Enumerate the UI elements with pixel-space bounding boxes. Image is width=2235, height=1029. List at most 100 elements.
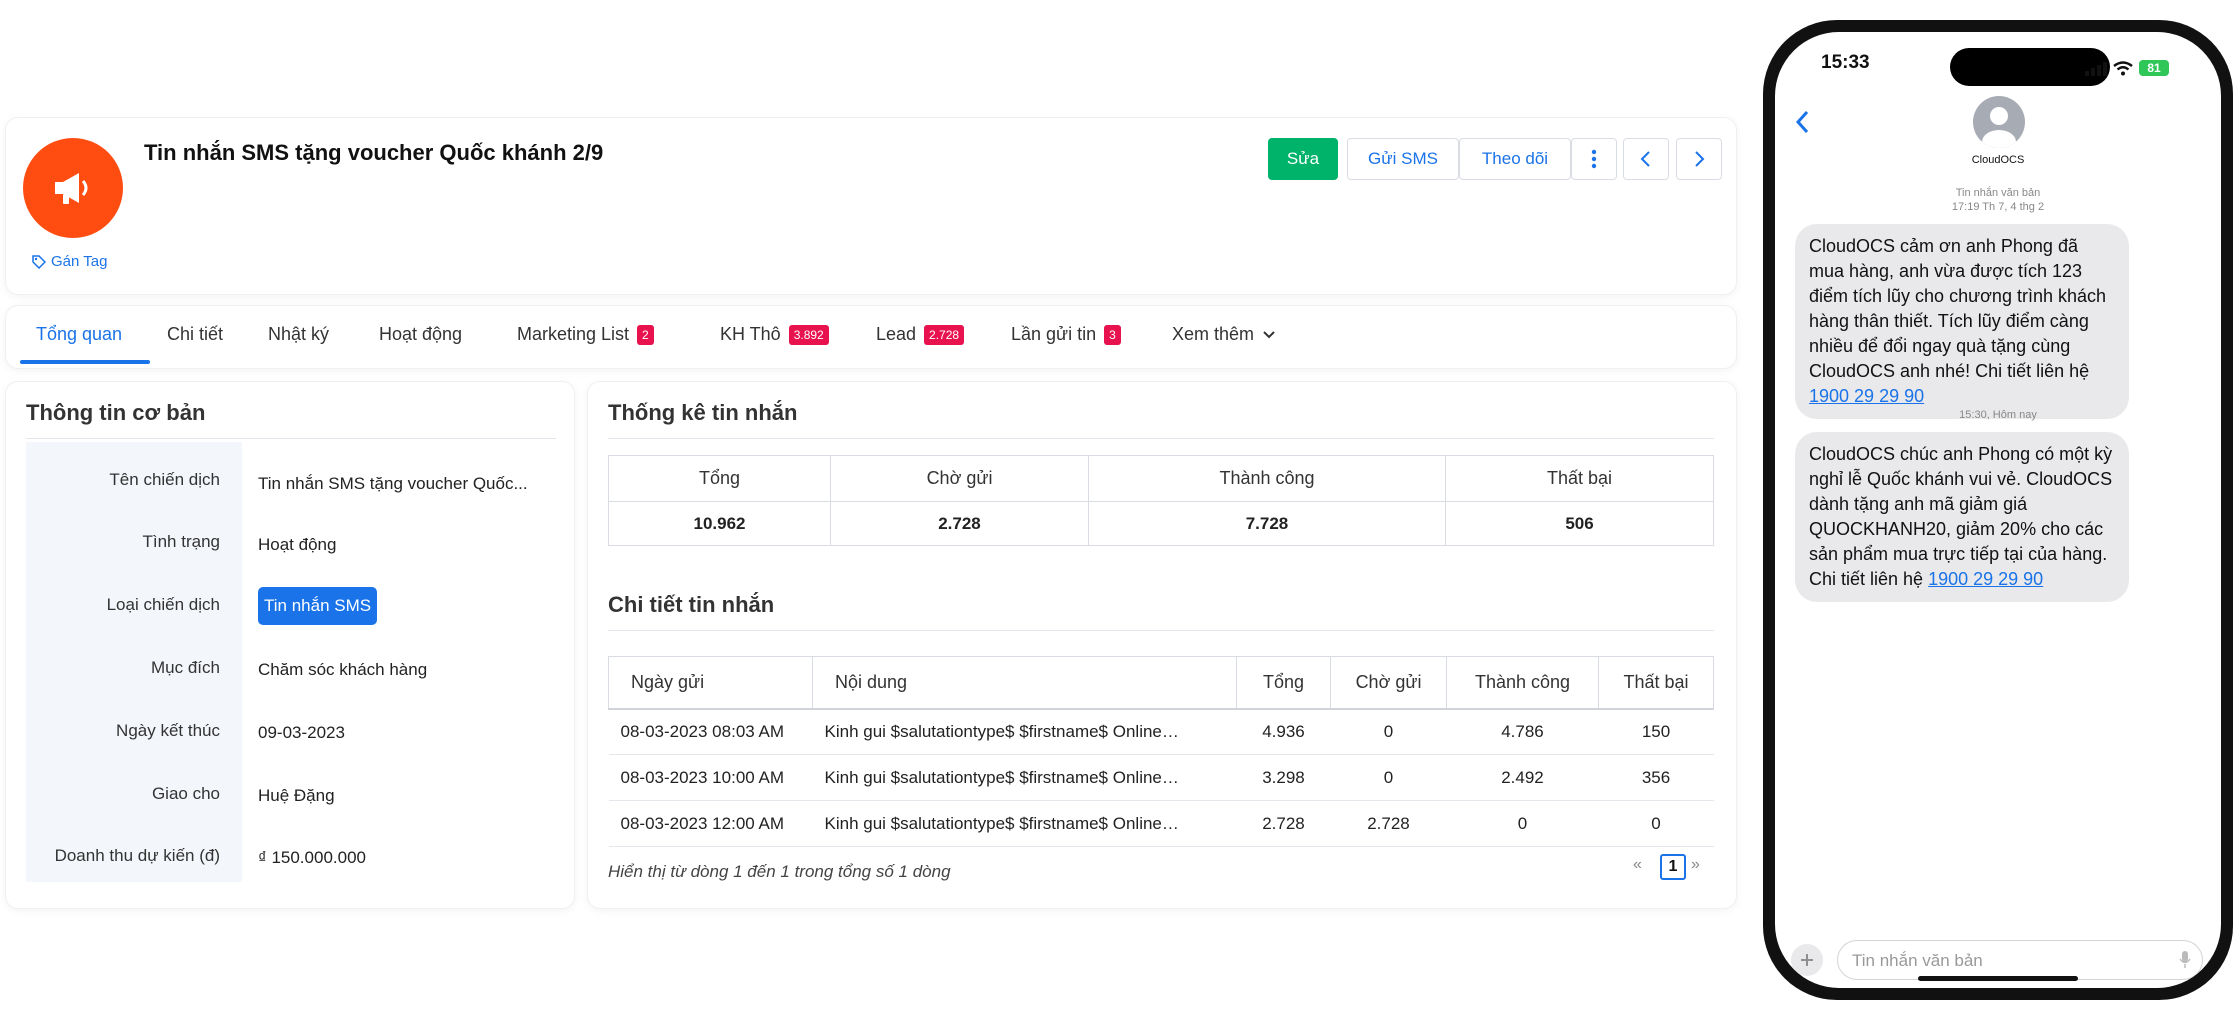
purpose-label: Mục đích <box>151 658 220 677</box>
wifi-icon <box>2113 61 2133 76</box>
back-chevron-icon[interactable] <box>1795 110 1809 134</box>
total-cell: 4.936 <box>1236 708 1331 755</box>
megaphone-icon <box>55 173 88 204</box>
sent-date-cell: 08-03-2023 12:00 AM <box>608 800 813 847</box>
end-date-value: 09-03-2023 <box>258 723 345 742</box>
follow-button[interactable]: Theo dõi <box>1459 138 1571 180</box>
failed-cell: 0 <box>1598 800 1714 847</box>
pager-next[interactable]: » <box>1691 856 1700 874</box>
tab-label: Marketing List <box>517 324 630 344</box>
table-row[interactable]: 08-03-2023 12:00 AM Kinh gui $salutation… <box>608 800 1714 847</box>
success-cell: 4.786 <box>1446 708 1599 755</box>
phone-number-link[interactable]: 1900 29 29 90 <box>1928 569 2043 589</box>
column-header: Tổng <box>608 455 831 502</box>
column-header[interactable]: Thất bại <box>1598 656 1714 710</box>
tab-log[interactable]: Nhật ký <box>268 324 329 345</box>
info-label-column: Tên chiến dịch Tình trạng Loại chiến dịc… <box>26 442 242 882</box>
next-record-button[interactable] <box>1676 138 1722 180</box>
tab-see-more[interactable]: Xem thêm <box>1172 324 1276 345</box>
column-header[interactable]: Chờ gửi <box>1330 656 1447 710</box>
message-bubble: CloudOCS cảm ơn anh Phong đã mua hàng, a… <box>1795 224 2129 419</box>
message-meta: Tin nhắn văn bản 17:19 Th 7, 4 thg 2 <box>1775 186 2221 214</box>
vertical-dots-icon <box>1591 149 1597 169</box>
table-header-row: Ngày gửi Nội dung Tổng Chờ gửi Thành côn… <box>608 656 1714 710</box>
column-header: Chờ gửi <box>830 455 1089 502</box>
count-badge: 3.892 <box>788 324 829 345</box>
page-title: Tin nhắn SMS tặng voucher Quốc khánh 2/9 <box>144 140 604 165</box>
campaign-type-badge: Tin nhắn SMS <box>258 587 378 625</box>
status-bar-time: 15:33 <box>1821 52 1870 73</box>
tab-details[interactable]: Chi tiết <box>167 324 223 345</box>
tab-send-times[interactable]: Lần gửi tin 3 <box>1011 324 1121 345</box>
total-count: 10.962 <box>608 501 831 546</box>
phone-mockup: 15:33 81 CloudOCS Tin nhắn văn bản 17:19… <box>1763 20 2233 1000</box>
column-header[interactable]: Nội dung <box>812 656 1237 710</box>
section-title: Thống kê tin nhắn <box>608 400 798 425</box>
microphone-icon[interactable] <box>2179 950 2191 970</box>
count-badge: 3 <box>1104 324 1121 345</box>
assigned-to-label: Giao cho <box>151 784 220 803</box>
add-tag-link[interactable]: Gán Tag <box>32 253 107 270</box>
column-header: Thất bại <box>1445 455 1714 502</box>
message-input[interactable]: Tin nhắn văn bản <box>1837 940 2203 980</box>
home-indicator <box>1918 976 2078 981</box>
tab-overview[interactable]: Tổng quan <box>36 324 122 345</box>
table-row[interactable]: 08-03-2023 08:03 AM Kinh gui $salutation… <box>608 708 1714 755</box>
more-actions-button[interactable] <box>1571 138 1617 180</box>
contact-name: CloudOCS <box>1971 154 2025 166</box>
phone-number-link[interactable]: 1900 29 29 90 <box>1809 386 1924 406</box>
end-date-label: Ngày kết thúc <box>116 721 220 740</box>
pending-cell: 0 <box>1330 754 1447 801</box>
tab-label: Lần gửi tin <box>1011 324 1097 344</box>
column-header[interactable]: Thành công <box>1446 656 1599 710</box>
column-header: Thành công <box>1088 455 1446 502</box>
message-detail-table: Ngày gửi Nội dung Tổng Chờ gửi Thành côn… <box>608 656 1714 847</box>
divider <box>26 438 556 439</box>
edit-button[interactable]: Sửa <box>1268 138 1338 180</box>
chevron-left-icon <box>1640 151 1650 167</box>
pager-previous[interactable]: « <box>1633 856 1642 874</box>
battery-indicator: 81 <box>2139 60 2169 76</box>
chevron-down-icon <box>1263 330 1275 338</box>
tab-label: Nhật ký <box>268 324 330 344</box>
content-cell[interactable]: Kinh gui $salutationtype$ $firstname$ On… <box>812 754 1237 801</box>
send-sms-button[interactable]: Gửi SMS <box>1347 138 1459 180</box>
signal-icon <box>2085 62 2107 76</box>
assigned-to-value: Huệ Đặng <box>258 786 335 805</box>
person-icon <box>1982 107 2016 148</box>
pending-cell: 0 <box>1330 708 1447 755</box>
pagination-summary: Hiển thị từ dòng 1 đến 1 trong tổng số 1… <box>608 862 951 881</box>
contact-avatar[interactable] <box>1973 96 2025 148</box>
count-badge: 2 <box>637 324 654 345</box>
content-cell[interactable]: Kinh gui $salutationtype$ $firstname$ On… <box>812 708 1237 755</box>
tab-label: Lead <box>876 324 917 344</box>
content-cell[interactable]: Kinh gui $salutationtype$ $firstname$ On… <box>812 800 1237 847</box>
success-cell: 0 <box>1446 800 1599 847</box>
basic-info-panel: Thông tin cơ bản Tên chiến dịch Tình trạ… <box>6 382 574 908</box>
message-bubble: CloudOCS chúc anh Phong có một kỳ nghỉ l… <box>1795 432 2129 602</box>
expected-revenue-value: ₫ 150.000.000 <box>258 848 366 867</box>
tab-activity[interactable]: Hoạt động <box>379 324 462 345</box>
tab-label: Chi tiết <box>167 324 224 344</box>
message-input-placeholder: Tin nhắn văn bản <box>1852 951 1983 970</box>
previous-record-button[interactable] <box>1623 138 1669 180</box>
column-header[interactable]: Tổng <box>1236 656 1331 710</box>
table-header-row: Tổng Chờ gửi Thành công Thất bại <box>608 455 1714 502</box>
sent-date-cell: 08-03-2023 08:03 AM <box>608 708 813 755</box>
tab-lead[interactable]: Lead 2.728 <box>876 324 965 345</box>
total-cell: 2.728 <box>1236 800 1331 847</box>
message-timestamp: 15:30, Hôm nay <box>1959 409 2037 421</box>
column-header[interactable]: Ngày gửi <box>608 656 813 710</box>
pager-current-page[interactable]: 1 <box>1660 854 1686 880</box>
tab-marketing-list[interactable]: Marketing List 2 <box>517 324 654 345</box>
campaign-type-label: Loại chiến dịch <box>106 595 220 614</box>
message-text: CloudOCS chúc anh Phong có một kỳ nghỉ l… <box>1809 444 2113 589</box>
expected-revenue-label: Doanh thu dự kiến (đ) <box>54 846 220 865</box>
status-label: Tình trạng <box>142 532 221 551</box>
table-row[interactable]: 08-03-2023 10:00 AM Kinh gui $salutation… <box>608 754 1714 801</box>
add-attachment-button[interactable] <box>1791 944 1823 976</box>
status-value: Hoạt động <box>258 535 337 554</box>
tab-label: KH Thô <box>720 324 781 344</box>
phone-screen: 15:33 81 CloudOCS Tin nhắn văn bản 17:19… <box>1775 32 2221 988</box>
tab-raw-customers[interactable]: KH Thô 3.892 <box>720 324 829 345</box>
